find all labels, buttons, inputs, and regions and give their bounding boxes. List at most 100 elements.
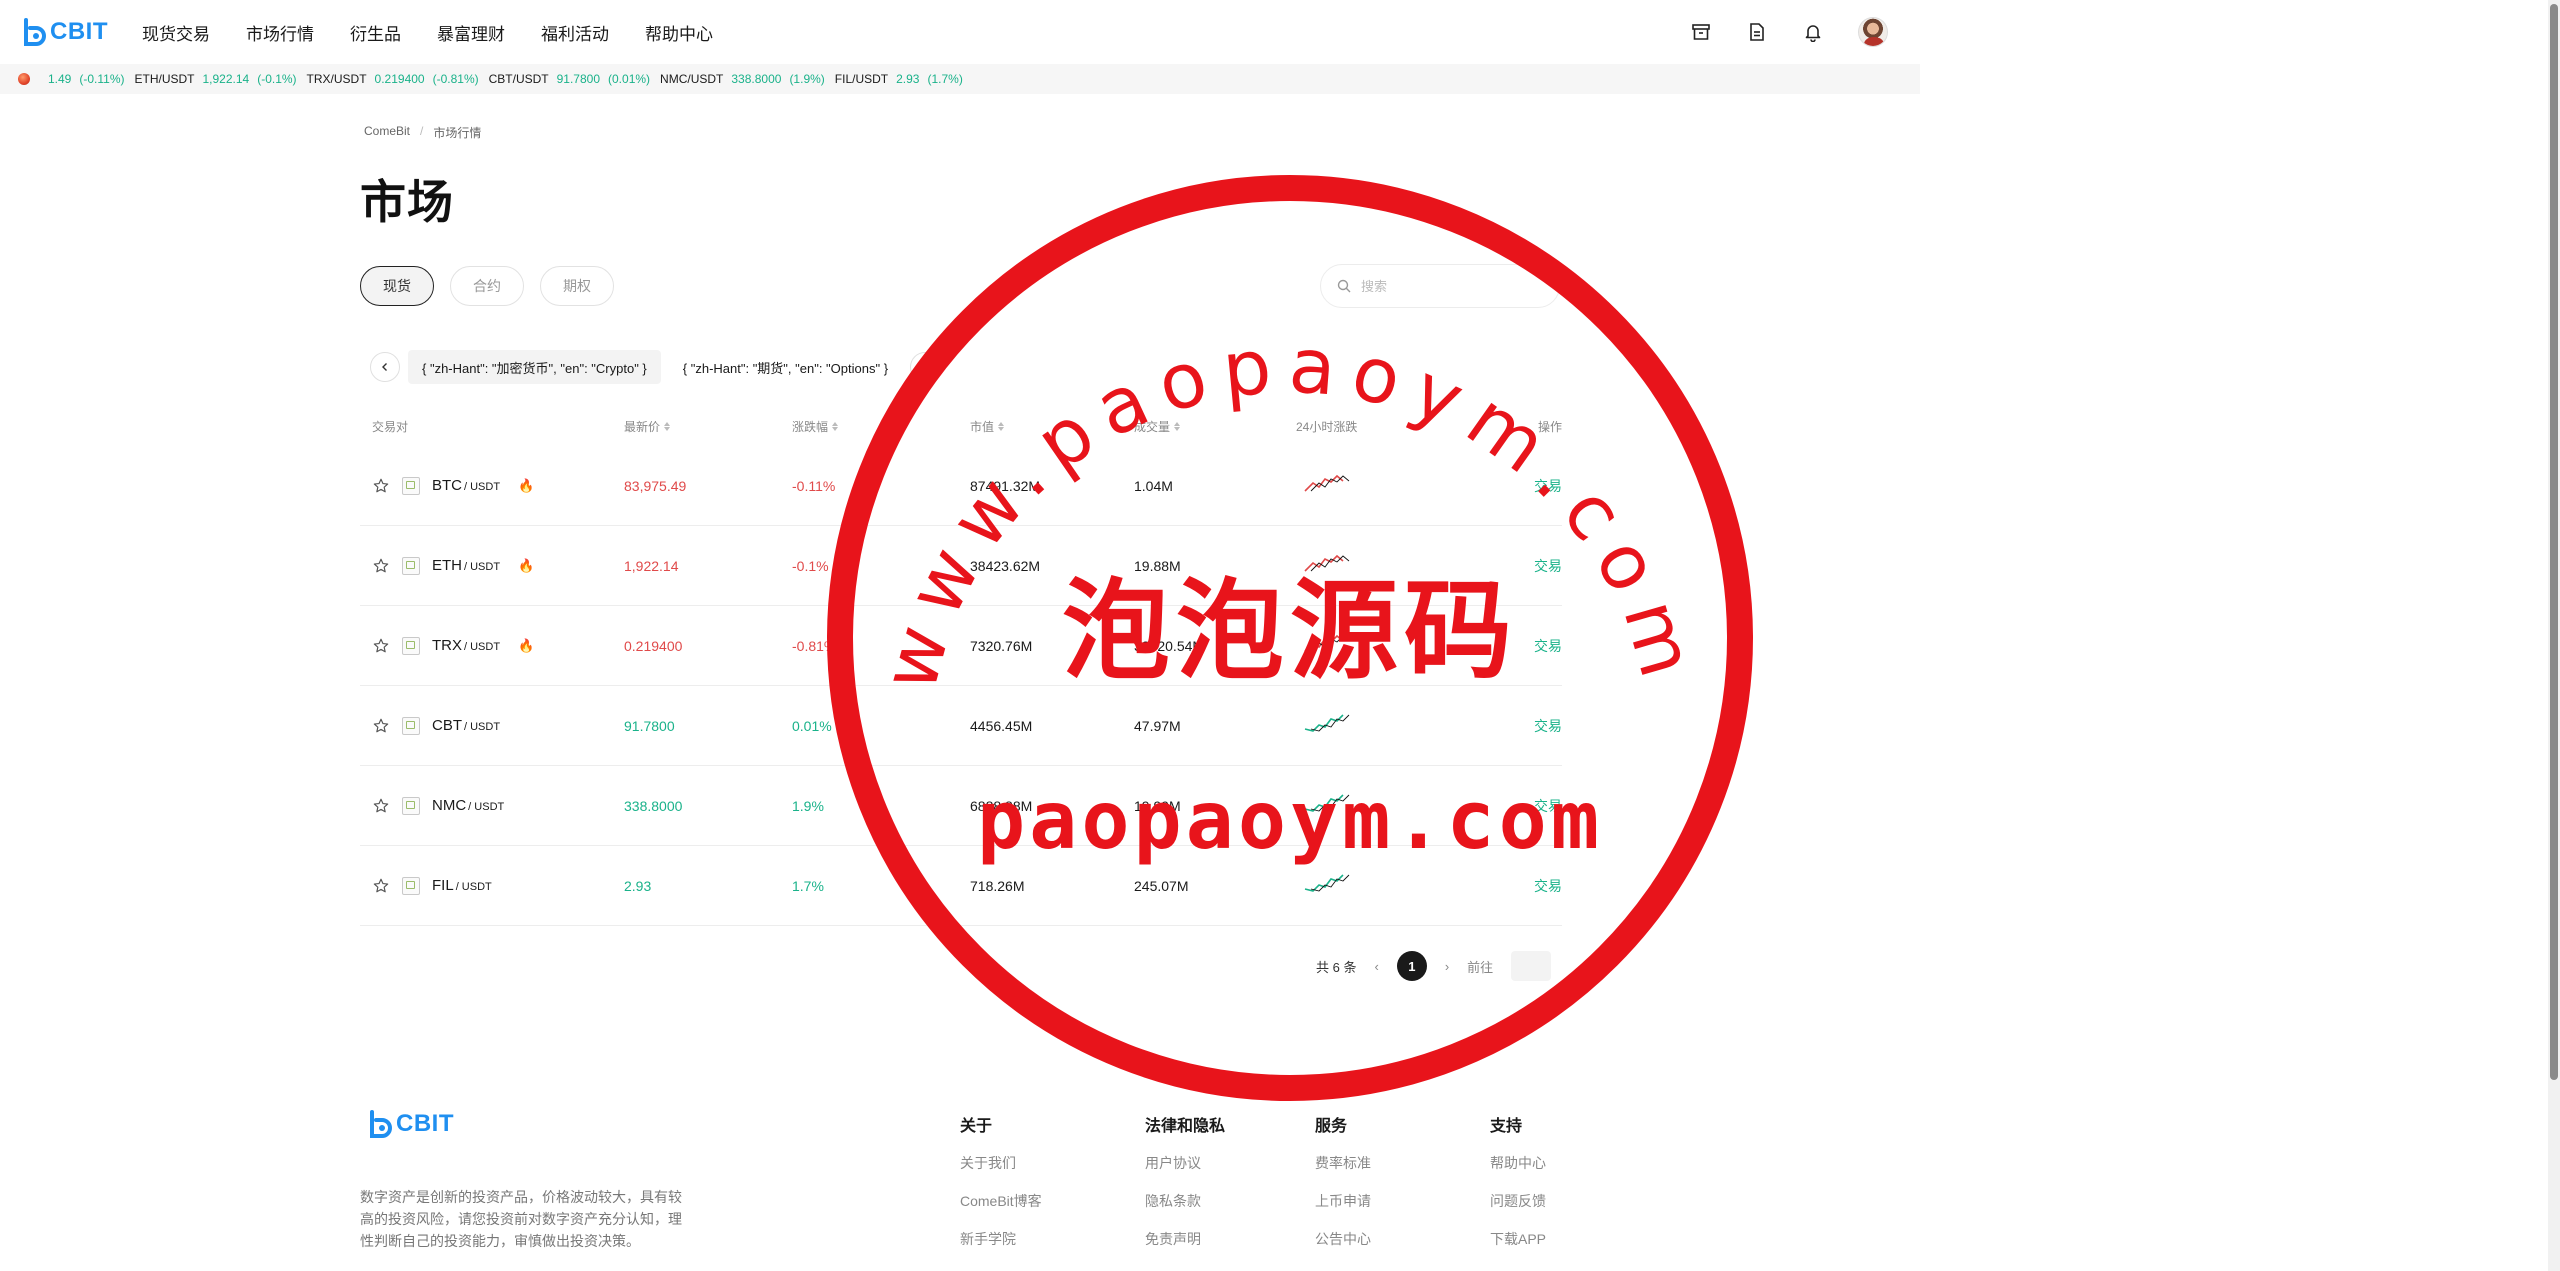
document-icon[interactable] xyxy=(1746,21,1768,43)
footer-link[interactable]: 公告中心 xyxy=(1315,1228,1371,1250)
footer-link[interactable]: ComeBit博客 xyxy=(960,1190,1042,1212)
trade-link[interactable]: 交易 xyxy=(1534,638,1562,654)
coin-image-icon xyxy=(402,556,420,575)
trade-link[interactable]: 交易 xyxy=(1534,878,1562,894)
star-icon[interactable] xyxy=(372,797,390,815)
pagination-page-current[interactable]: 1 xyxy=(1396,951,1427,981)
price-ticker: 1.49 (-0.11%) ETH/USDT 1,922.14 (-0.1%) … xyxy=(0,64,1920,94)
change-cell: -0.81% xyxy=(792,637,837,654)
volume-cell: 19.88M xyxy=(1134,557,1181,574)
pair-symbol[interactable]: TRX / USDT xyxy=(432,637,500,654)
tab-options[interactable]: 期权 xyxy=(540,266,614,306)
category-crypto[interactable]: { "zh-Hant": "加密货币", "en": "Crypto" } xyxy=(408,350,661,384)
trade-link[interactable]: 交易 xyxy=(1534,558,1562,574)
pagination-prev-button[interactable]: ‹ xyxy=(1374,959,1378,974)
footer-logo-text: CBIT xyxy=(396,1110,454,1137)
logo[interactable]: CBIT xyxy=(22,16,108,48)
nav-finance[interactable]: 暴富理财 xyxy=(437,20,505,45)
nav-spot[interactable]: 现货交易 xyxy=(142,20,210,45)
header-cap[interactable]: 市值 xyxy=(970,418,1134,435)
change-cell: 1.7% xyxy=(792,877,824,894)
search-input[interactable] xyxy=(1361,278,1531,294)
ticker-item[interactable]: CBT/USDT 91.7800 (0.01%) xyxy=(489,72,650,86)
search-icon xyxy=(1337,279,1351,293)
avatar[interactable] xyxy=(1858,17,1888,47)
header-price[interactable]: 最新价 xyxy=(624,418,792,435)
star-icon[interactable] xyxy=(372,557,390,575)
archive-icon[interactable] xyxy=(1690,21,1712,43)
footer-logo[interactable]: CBIT xyxy=(368,1110,454,1138)
pair-symbol[interactable]: CBT / USDT xyxy=(432,717,500,734)
pair-symbol[interactable]: BTC / USDT xyxy=(432,477,500,494)
footer-link[interactable]: 问题反馈 xyxy=(1490,1190,1546,1212)
pagination: 共 6 条 ‹ 1 › 前往 xyxy=(1316,950,1552,982)
star-icon[interactable] xyxy=(372,477,390,495)
category-prev-button[interactable] xyxy=(370,352,400,382)
table-row[interactable]: ETH / USDT 🔥 1,922.14 -0.1% 38423.62M 19.88M 交易 xyxy=(360,526,1562,606)
footer-link[interactable]: 隐私条款 xyxy=(1145,1190,1225,1212)
header-change[interactable]: 涨跌幅 xyxy=(792,418,970,435)
table-row[interactable]: TRX / USDT 🔥 0.219400 -0.81% 7320.76M 33020.54… xyxy=(360,606,1562,686)
chevron-right-icon xyxy=(923,363,929,371)
star-icon[interactable] xyxy=(372,717,390,735)
header-action: 操作 xyxy=(1537,419,1562,434)
footer-link[interactable]: 免责声明 xyxy=(1145,1228,1225,1250)
header-pair: 交易对 xyxy=(372,419,409,434)
star-icon[interactable] xyxy=(372,877,390,895)
pair-symbol[interactable]: NMC / USDT xyxy=(432,797,504,814)
footer-link[interactable]: 帮助中心 xyxy=(1490,1152,1546,1174)
nav-help[interactable]: 帮助中心 xyxy=(645,20,713,45)
breadcrumb-separator: / xyxy=(420,124,424,138)
footer-link[interactable]: 费率标准 xyxy=(1315,1152,1371,1174)
table-row[interactable]: BTC / USDT 🔥 83,975.49 -0.11% 87491.32M 1.04M 交… xyxy=(360,446,1562,526)
cbit-logo-icon xyxy=(370,1110,392,1138)
footer-link[interactable]: 下载APP xyxy=(1490,1228,1546,1250)
coin-image-icon xyxy=(402,476,420,495)
market-type-tabs: 现货 合约 期权 xyxy=(360,266,614,306)
pair-base: NMC xyxy=(432,797,467,814)
pair-base: ETH xyxy=(432,557,462,574)
breadcrumb: ComeBit / 市场行情 xyxy=(364,124,481,141)
scrollbar-thumb[interactable] xyxy=(2550,4,2558,1080)
footer-link[interactable]: 新手学院 xyxy=(960,1228,1042,1250)
ticker-item[interactable]: NMC/USDT 338.8000 (1.9%) xyxy=(660,72,825,86)
pagination-next-button[interactable]: › xyxy=(1445,959,1449,974)
footer-link[interactable]: 用户协议 xyxy=(1145,1152,1225,1174)
volume-cell: 245.07M xyxy=(1134,877,1189,894)
table-row[interactable]: NMC / USDT 338.8000 1.9% 6888.88M 19.99M 交易 xyxy=(360,766,1562,846)
category-options[interactable]: { "zh-Hant": "期货", "en": "Options" } xyxy=(669,350,902,384)
pagination-goto-input[interactable] xyxy=(1511,951,1552,981)
breadcrumb-home[interactable]: ComeBit xyxy=(364,124,410,141)
ticker-item[interactable]: 1.49 (-0.11%) xyxy=(40,72,124,86)
trade-link[interactable]: 交易 xyxy=(1534,718,1562,734)
bell-icon[interactable] xyxy=(1802,21,1824,43)
footer-col-title: 服务 xyxy=(1315,1118,1348,1135)
nav-market[interactable]: 市场行情 xyxy=(246,20,314,45)
trade-cell: 交易 xyxy=(1492,876,1562,896)
ticker-item[interactable]: TRX/USDT 0.219400 (-0.81%) xyxy=(307,72,479,86)
tab-spot[interactable]: 现货 xyxy=(360,266,434,306)
nav-derivatives[interactable]: 衍生品 xyxy=(350,20,401,45)
footer-col-services: 服务 费率标准 上币申请 公告中心 xyxy=(1315,1112,1371,1266)
trade-link[interactable]: 交易 xyxy=(1534,798,1562,814)
footer-link[interactable]: 上币申请 xyxy=(1315,1190,1371,1212)
star-icon[interactable] xyxy=(372,637,390,655)
volume-cell: 33020.54M xyxy=(1134,637,1205,654)
pair-cell: CBT / USDT xyxy=(360,716,624,735)
hot-icon: 🔥 xyxy=(518,557,535,573)
pair-symbol[interactable]: ETH / USDT xyxy=(432,557,500,574)
sort-icon xyxy=(998,421,1005,431)
tab-contract[interactable]: 合约 xyxy=(450,266,524,306)
ticker-item[interactable]: FIL/USDT 2.93 (1.7%) xyxy=(835,72,963,86)
ticker-item[interactable]: ETH/USDT 1,922.14 (-0.1%) xyxy=(134,72,296,86)
nav-activities[interactable]: 福利活动 xyxy=(541,20,609,45)
footer-link[interactable]: 关于我们 xyxy=(960,1152,1042,1174)
cap-cell: 718.26M xyxy=(970,877,1025,894)
pair-symbol[interactable]: FIL / USDT xyxy=(432,877,492,894)
trade-link[interactable]: 交易 xyxy=(1534,478,1562,494)
table-row[interactable]: CBT / USDT 91.7800 0.01% 4456.45M 47.97M 交易 xyxy=(360,686,1562,766)
table-row[interactable]: FIL / USDT 2.93 1.7% 718.26M 245.07M 交易 xyxy=(360,846,1562,926)
header-volume[interactable]: 成交量 xyxy=(1134,418,1296,435)
coin-image-icon xyxy=(402,636,420,655)
category-next-button[interactable] xyxy=(910,352,941,382)
